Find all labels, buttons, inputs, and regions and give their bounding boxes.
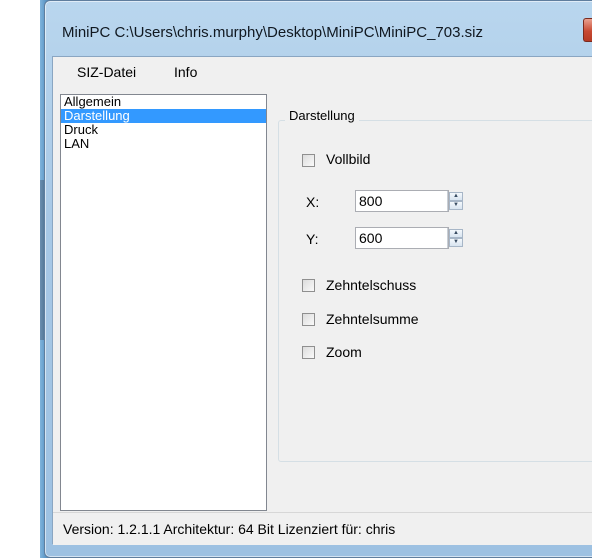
- x-spinner[interactable]: ▲ ▼: [447, 191, 464, 211]
- category-item-lan[interactable]: LAN: [61, 137, 266, 151]
- zoom-checkbox[interactable]: [302, 346, 315, 359]
- zehntelsumme-label: Zehntelsumme: [326, 311, 419, 327]
- x-label: X:: [306, 194, 320, 210]
- desktop-background: [0, 0, 40, 558]
- zehntelschuss-label: Zehntelschuss: [326, 277, 417, 293]
- menu-siz-datei[interactable]: SIZ-Datei: [73, 62, 140, 82]
- x-spin-up-icon[interactable]: ▲: [449, 192, 463, 201]
- status-text: Version: 1.2.1.1 Architektur: 64 Bit Liz…: [63, 521, 396, 537]
- category-item-druck[interactable]: Druck: [61, 123, 266, 137]
- category-item-darstellung[interactable]: Darstellung: [61, 109, 266, 123]
- menu-info[interactable]: Info: [170, 62, 201, 82]
- y-input[interactable]: [355, 227, 449, 249]
- zoom-label: Zoom: [326, 344, 362, 360]
- client-area: SIZ-Datei Info Allgemein Darstellung Dru…: [52, 56, 592, 545]
- close-button[interactable]: [583, 18, 592, 42]
- y-spin-down-icon[interactable]: ▼: [449, 238, 463, 247]
- category-item-allgemein[interactable]: Allgemein: [61, 95, 266, 109]
- zehntelsumme-checkbox[interactable]: [302, 313, 315, 326]
- vollbild-label: Vollbild: [326, 151, 371, 167]
- menu-bar: SIZ-Datei Info: [53, 57, 592, 87]
- y-spinner[interactable]: ▲ ▼: [447, 228, 464, 248]
- y-spin-up-icon[interactable]: ▲: [449, 229, 463, 238]
- status-bar: Version: 1.2.1.1 Architektur: 64 Bit Liz…: [53, 512, 592, 545]
- zehntelschuss-checkbox[interactable]: [302, 279, 315, 292]
- window-title: MiniPC C:\Users\chris.murphy\Desktop\Min…: [62, 24, 483, 41]
- x-input[interactable]: [355, 190, 449, 212]
- group-title: Darstellung: [285, 109, 359, 123]
- category-list[interactable]: Allgemein Darstellung Druck LAN: [60, 94, 267, 511]
- vollbild-checkbox[interactable]: [302, 154, 315, 167]
- x-spin-down-icon[interactable]: ▼: [449, 201, 463, 210]
- y-label: Y:: [306, 231, 319, 247]
